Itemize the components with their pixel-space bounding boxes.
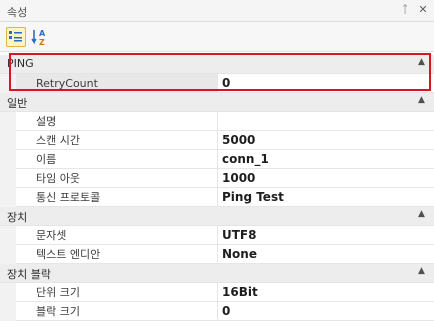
panel-title: 속성 bbox=[7, 6, 28, 19]
panel-titlebar: 속성 ᛏ ✕ bbox=[0, 0, 434, 22]
property-toolbar: A Z bbox=[0, 22, 434, 52]
property-row-description[interactable]: 설명 bbox=[0, 112, 434, 131]
categorized-view-icon[interactable] bbox=[6, 27, 26, 47]
property-name: 설명 bbox=[16, 112, 218, 131]
svg-text:A: A bbox=[39, 29, 46, 38]
category-label: PING bbox=[7, 57, 34, 70]
category-device[interactable]: 장치 ▲ bbox=[0, 207, 434, 226]
property-name: 이름 bbox=[16, 150, 218, 169]
chevron-up-icon[interactable]: ▲ bbox=[418, 209, 425, 219]
chevron-up-icon[interactable]: ▲ bbox=[418, 95, 425, 105]
property-name: 텍스트 엔디안 bbox=[16, 245, 218, 264]
property-name: 문자셋 bbox=[16, 226, 218, 245]
category-label: 장치 블락 bbox=[7, 268, 51, 281]
alphabetical-sort-icon[interactable]: A Z bbox=[30, 27, 50, 47]
category-device-block[interactable]: 장치 블락 ▲ bbox=[0, 264, 434, 283]
property-row-protocol[interactable]: 통신 프로토콜 Ping Test bbox=[0, 188, 434, 207]
property-value[interactable]: conn_1 bbox=[218, 150, 434, 169]
property-value[interactable]: 0 bbox=[218, 302, 434, 321]
property-value[interactable]: 16Bit bbox=[218, 283, 434, 302]
property-name: 통신 프로토콜 bbox=[16, 188, 218, 207]
property-row-timeout[interactable]: 타임 아웃 1000 bbox=[0, 169, 434, 188]
category-label: 일반 bbox=[7, 97, 28, 110]
property-row-block-size[interactable]: 블락 크기 0 bbox=[0, 302, 434, 321]
property-value[interactable]: 0 bbox=[218, 74, 434, 93]
chevron-up-icon[interactable]: ▲ bbox=[418, 57, 425, 67]
property-name: 타임 아웃 bbox=[16, 169, 218, 188]
svg-text:Z: Z bbox=[39, 38, 45, 47]
property-value[interactable]: 5000 bbox=[218, 131, 434, 150]
close-icon[interactable]: ✕ bbox=[416, 3, 430, 17]
chevron-up-icon[interactable]: ▲ bbox=[418, 266, 425, 276]
pin-icon[interactable]: ᛏ bbox=[398, 3, 412, 17]
property-row-text-endian[interactable]: 텍스트 엔디안 None bbox=[0, 245, 434, 264]
property-value[interactable]: UTF8 bbox=[218, 226, 434, 245]
property-name: RetryCount bbox=[16, 74, 218, 93]
category-ping[interactable]: PING ▲ bbox=[0, 55, 434, 74]
property-value[interactable]: Ping Test bbox=[218, 188, 434, 207]
category-general[interactable]: 일반 ▲ bbox=[0, 93, 434, 112]
property-name: 스캔 시간 bbox=[16, 131, 218, 150]
property-row-charset[interactable]: 문자셋 UTF8 bbox=[0, 226, 434, 245]
property-name: 블락 크기 bbox=[16, 302, 218, 321]
property-value[interactable]: None bbox=[218, 245, 434, 264]
property-row-name[interactable]: 이름 conn_1 bbox=[0, 150, 434, 169]
property-value[interactable]: 1000 bbox=[218, 169, 434, 188]
property-name: 단위 크기 bbox=[16, 283, 218, 302]
category-label: 장치 bbox=[7, 211, 28, 224]
property-value[interactable] bbox=[218, 112, 434, 131]
property-row-unit-size[interactable]: 단위 크기 16Bit bbox=[0, 283, 434, 302]
property-grid: PING ▲ RetryCount 0 일반 ▲ 설명 스캔 시간 5000 이… bbox=[0, 52, 434, 331]
property-row-retrycount[interactable]: RetryCount 0 bbox=[0, 74, 434, 93]
property-row-scan-time[interactable]: 스캔 시간 5000 bbox=[0, 131, 434, 150]
